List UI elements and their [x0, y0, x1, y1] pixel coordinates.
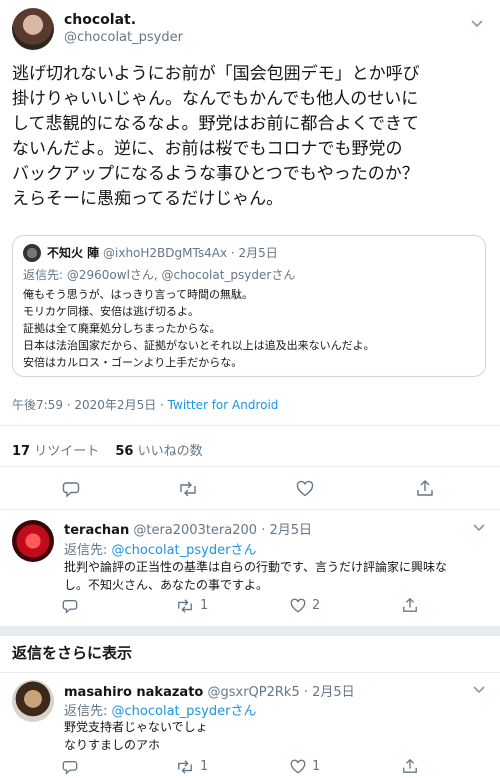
divider	[0, 672, 500, 673]
chevron-down-icon[interactable]	[472, 682, 486, 696]
quoted-reply-to: 返信先: @2960owlさん, @chocolat_psyderさん	[23, 268, 296, 282]
tweet-text-line: ないんだよ。逆に、お前は桜でもコロナでも野党の	[12, 139, 403, 159]
likes-count: 56	[115, 444, 134, 459]
reply-date[interactable]: · 2月5日	[261, 523, 312, 538]
quoted-author-name: 不知火 陣	[47, 246, 100, 260]
tweet-text-line: 逃げ切れないようにお前が「国会包囲デモ」とか呼び	[12, 64, 420, 84]
tweet-source-link[interactable]: Twitter for Android	[168, 398, 279, 412]
reply-to-user: @chocolat_psyderさん	[161, 268, 296, 282]
like-icon[interactable]	[290, 759, 306, 775]
reply-to-user: @2960owlさん	[66, 268, 154, 282]
quoted-header: 不知火 陣 @ixhoH2BDgMTs4Ax · 2月5日	[47, 244, 278, 261]
divider	[0, 466, 500, 467]
reply-avatar[interactable]	[12, 520, 54, 562]
like-count: 1	[312, 759, 321, 774]
quoted-tweet-text: 俺もそう思うが、はっきり言って時間の無駄。 モリカケ同様、安倍は逃げ切るよ。 証…	[23, 286, 479, 371]
reply-text: 野党支持者じゃないでしょ なりすましのアホ	[64, 718, 494, 754]
reply-to-prefix: 返信先:	[64, 704, 108, 719]
author-name[interactable]: chocolat.	[64, 12, 136, 28]
author-handle[interactable]: @chocolat_psyder	[64, 30, 183, 45]
reply-text-line: し。不知火さん、あなたの事ですよ。	[64, 578, 269, 592]
reply-to-user[interactable]: @chocolat_psyderさん	[112, 704, 257, 719]
reply-header: terachan @tera2003tera200 · 2月5日	[64, 519, 312, 538]
retweet-icon[interactable]	[176, 598, 194, 614]
reply-author-name[interactable]: terachan	[64, 523, 129, 538]
quoted-date: · 2月5日	[230, 246, 278, 260]
chevron-down-icon[interactable]	[470, 16, 484, 30]
tweet-text-line: して悲観的になるなよ。野党はお前に都合よくできて	[12, 114, 419, 134]
reply-text: 批判や論評の正当性の基準は自らの行動です、言うだけ評論家に興味な し。不知火さん…	[64, 558, 494, 594]
likes-label: いいねの数	[137, 444, 203, 459]
share-icon[interactable]	[402, 597, 418, 613]
like-icon[interactable]	[290, 598, 306, 614]
reply-icon[interactable]	[62, 759, 78, 775]
reply-avatar[interactable]	[12, 680, 54, 722]
retweet-count: 1	[200, 598, 209, 613]
tweet-text-line: バックアップになるような事ひとつでもやったのか？	[12, 164, 419, 184]
retweet-count: 1	[200, 759, 209, 774]
reply-to: 返信先: @chocolat_psyderさん	[64, 539, 256, 558]
retweets-label: リツイート	[34, 444, 100, 459]
retweet-icon[interactable]	[176, 759, 194, 775]
reply-header: masahiro nakazato @gsxrQP2Rk5 · 2月5日	[64, 681, 355, 700]
like-icon[interactable]	[296, 480, 314, 498]
quoted-author-avatar	[23, 244, 41, 262]
quoted-text-line: 証拠は全て廃棄処分しちまったからな。	[23, 322, 221, 335]
tweet-text-line: 掛けりゃいいじゃん。なんでもかんでも他人のせいに	[12, 89, 419, 109]
quoted-author-handle: @ixhoH2BDgMTs4Ax	[103, 246, 228, 260]
share-icon[interactable]	[416, 479, 434, 497]
retweets-stat[interactable]: 17 リツイート	[12, 444, 103, 459]
author-avatar[interactable]	[12, 8, 54, 50]
reply-to-prefix: 返信先:	[64, 543, 108, 558]
tweet-text-line: えらそーに愚痴ってるだけじゃん。	[12, 189, 284, 209]
reply-to-prefix: 返信先:	[23, 268, 64, 282]
reply-author-handle[interactable]: @gsxrQP2Rk5	[207, 685, 299, 700]
retweet-icon[interactable]	[178, 480, 198, 498]
divider	[0, 509, 500, 510]
reply-to: 返信先: @chocolat_psyderさん	[64, 700, 256, 719]
reply-icon[interactable]	[62, 598, 78, 614]
quoted-text-line: 俺もそう思うが、はっきり言って時間の無駄。	[23, 288, 254, 301]
show-more-replies-link[interactable]: 返信をさらに表示	[12, 642, 132, 663]
quoted-text-line: モリカケ同様、安倍は逃げ切るよ。	[23, 305, 199, 318]
reply-text-line: なりすましのアホ	[64, 738, 161, 752]
like-count: 2	[312, 598, 321, 613]
section-separator	[0, 626, 500, 636]
likes-stat[interactable]: 56 いいねの数	[115, 444, 202, 459]
reply-date[interactable]: · 2月5日	[304, 685, 355, 700]
tweet-timestamp[interactable]: 午後7:59 · 2020年2月5日	[12, 398, 156, 412]
reply-to-user[interactable]: @chocolat_psyderさん	[112, 543, 257, 558]
quoted-text-line: 日本は法治国家だから、証拠がないとそれ以上は追及出来ないんだよ。	[23, 339, 375, 352]
tweet-meta: 午後7:59 · 2020年2月5日 · Twitter for Android	[12, 398, 279, 412]
reply-text-line: 野党支持者じゃないでしょ	[64, 720, 208, 734]
reply-text-line: 批判や論評の正当性の基準は自らの行動です、言うだけ評論家に興味な	[64, 560, 448, 574]
reply-author-name[interactable]: masahiro nakazato	[64, 685, 203, 700]
reply-author-handle[interactable]: @tera2003tera200	[133, 523, 257, 538]
quoted-tweet-card[interactable]: 不知火 陣 @ixhoH2BDgMTs4Ax · 2月5日 返信先: @2960…	[12, 235, 486, 377]
chevron-down-icon[interactable]	[472, 520, 486, 534]
retweets-count: 17	[12, 444, 31, 459]
tweet-stats: 17 リツイート 56 いいねの数	[12, 440, 203, 459]
divider	[0, 425, 500, 426]
tweet-text: 逃げ切れないようにお前が「国会包囲デモ」とか呼び 掛けりゃいいじゃん。なんでもか…	[12, 62, 492, 212]
reply-icon[interactable]	[62, 480, 80, 498]
quoted-text-line: 安倍はカルロス・ゴーンより上手だからな。	[23, 356, 243, 369]
share-icon[interactable]	[402, 758, 418, 774]
